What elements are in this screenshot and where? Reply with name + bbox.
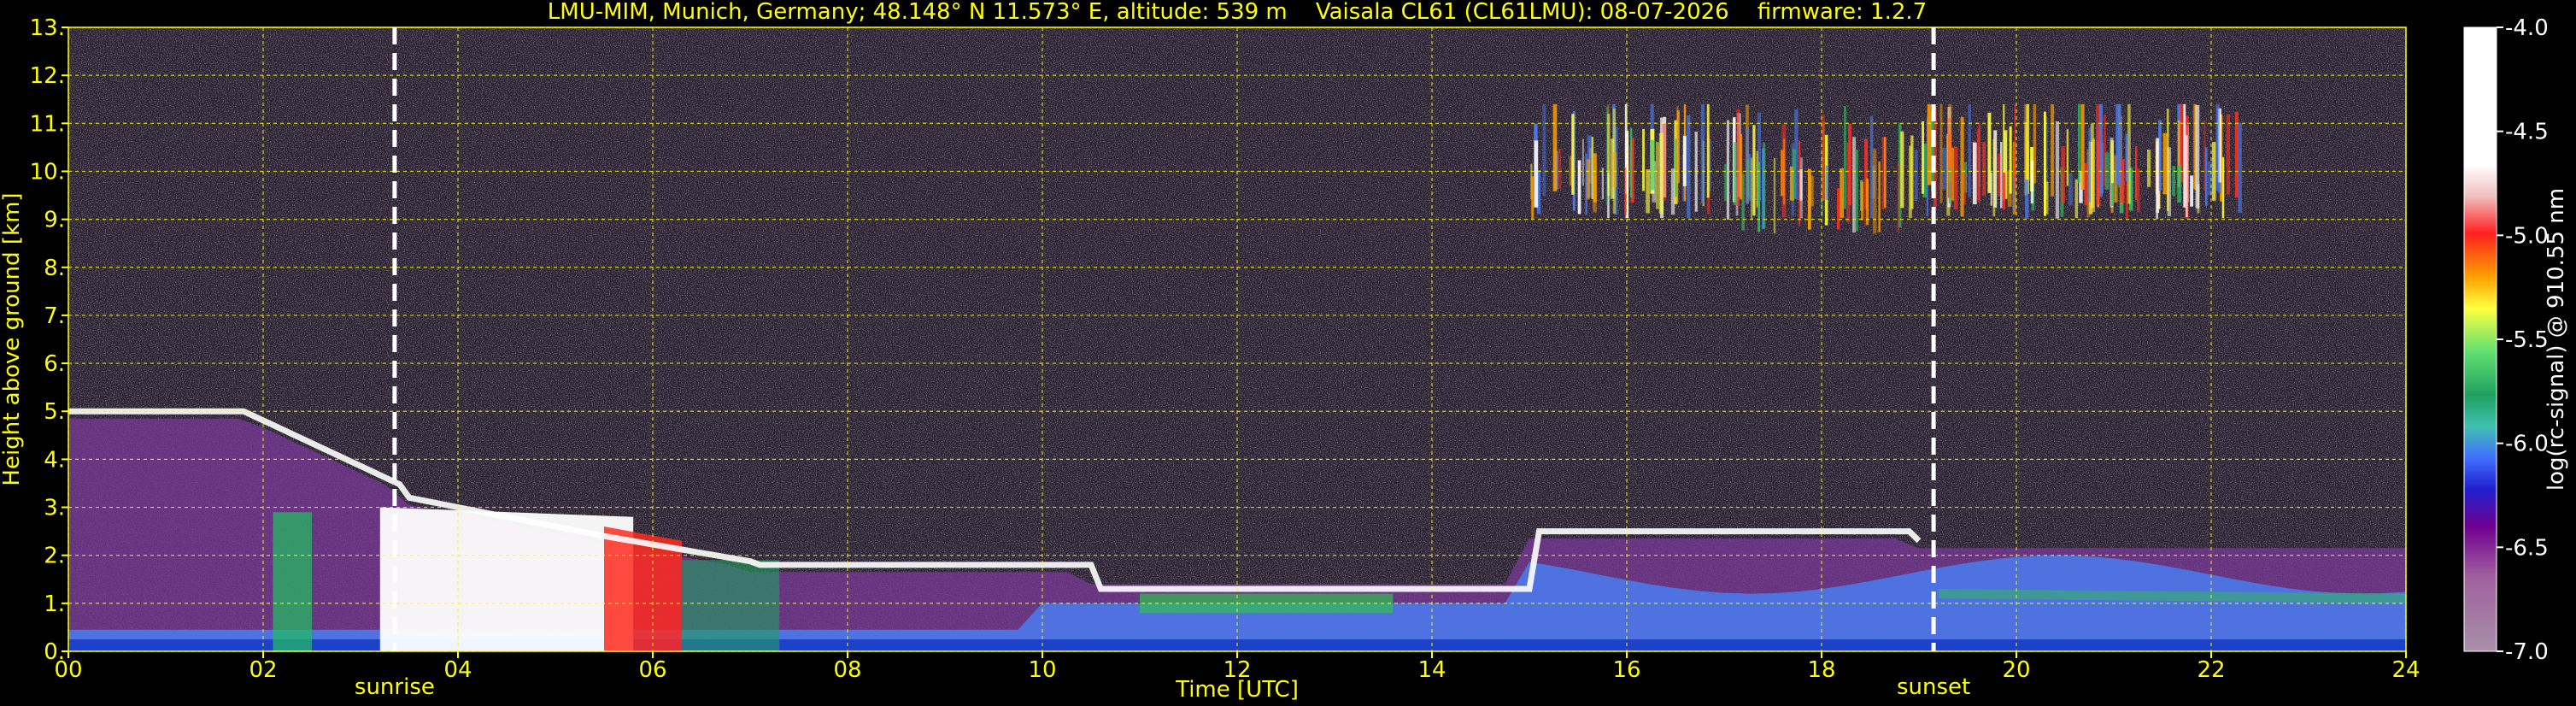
y-axis-label: Height above ground [km] [0, 192, 25, 485]
y-tick-label: 13. [30, 15, 65, 41]
y-tick-label: 6. [44, 351, 65, 377]
x-tick-label: 22 [2197, 657, 2225, 683]
x-tick-label: 20 [2002, 657, 2030, 683]
y-tick-label: 10. [30, 159, 65, 185]
x-tick-label: 04 [443, 657, 472, 683]
x-tick-label: 10 [1028, 657, 1056, 683]
y-axis-ticks: 0. 1. 2. 3. 4. 5. 6. 7. 8. 9. 10. 11. 12. 13. [30, 15, 68, 665]
colorbar-tick-label: -4.0 [2505, 15, 2549, 41]
x-tick-label: 16 [1612, 657, 1640, 683]
ceilometer-chart: sunrise sunset 00 02 04 06 08 10 12 14 16 18 20 22 24… [0, 0, 2569, 703]
colorbar-tick-label: -6.0 [2505, 432, 2549, 457]
x-tick-label: 24 [2391, 657, 2420, 683]
colorbar-gradient [2463, 26, 2497, 652]
x-tick-label: 18 [1807, 657, 1835, 683]
colorbar: -4.0 -4.5 -5.0 -5.5 -6.0 -6.5 -7.0 log(rc-sign… [2463, 15, 2569, 665]
y-tick-label: 11. [30, 111, 65, 137]
backscatter-region [682, 560, 780, 651]
x-tick-label: 08 [833, 657, 861, 683]
colorbar-tick-label: -5.5 [2505, 327, 2549, 353]
y-tick-label: 0. [44, 639, 65, 665]
sunset-label: sunset [1897, 674, 1970, 700]
colorbar-tick-label: -5.0 [2505, 223, 2549, 249]
chart-title: LMU-MIM, Munich, Germany; 48.148° N 11.5… [548, 0, 1927, 25]
x-axis-label: Time [UTC] [1175, 677, 1299, 703]
colorbar-tick-label: -7.0 [2505, 639, 2549, 665]
x-tick-label: 06 [638, 657, 666, 683]
y-tick-label: 9. [44, 208, 65, 233]
x-tick-label: 14 [1417, 657, 1446, 683]
colorbar-label: log(rc-signal) @ 910.55 nm [2544, 188, 2569, 491]
y-tick-label: 7. [44, 303, 65, 329]
backscatter-region [273, 512, 312, 651]
x-tick-label: 02 [249, 657, 277, 683]
y-tick-label: 12. [30, 63, 65, 89]
y-tick-label: 8. [44, 256, 65, 281]
y-tick-label: 4. [44, 447, 65, 473]
y-tick-label: 5. [44, 399, 65, 425]
sunrise-label: sunrise [355, 674, 435, 700]
colorbar-ticks: -4.0 -4.5 -5.0 -5.5 -6.0 -6.5 -7.0 [2497, 15, 2549, 665]
colorbar-tick-label: -6.5 [2505, 535, 2549, 561]
colorbar-tick-label: -4.5 [2505, 120, 2549, 145]
y-tick-label: 2. [44, 544, 65, 569]
y-tick-label: 3. [44, 496, 65, 521]
y-tick-label: 1. [44, 591, 65, 617]
backscatter-region [379, 507, 634, 651]
